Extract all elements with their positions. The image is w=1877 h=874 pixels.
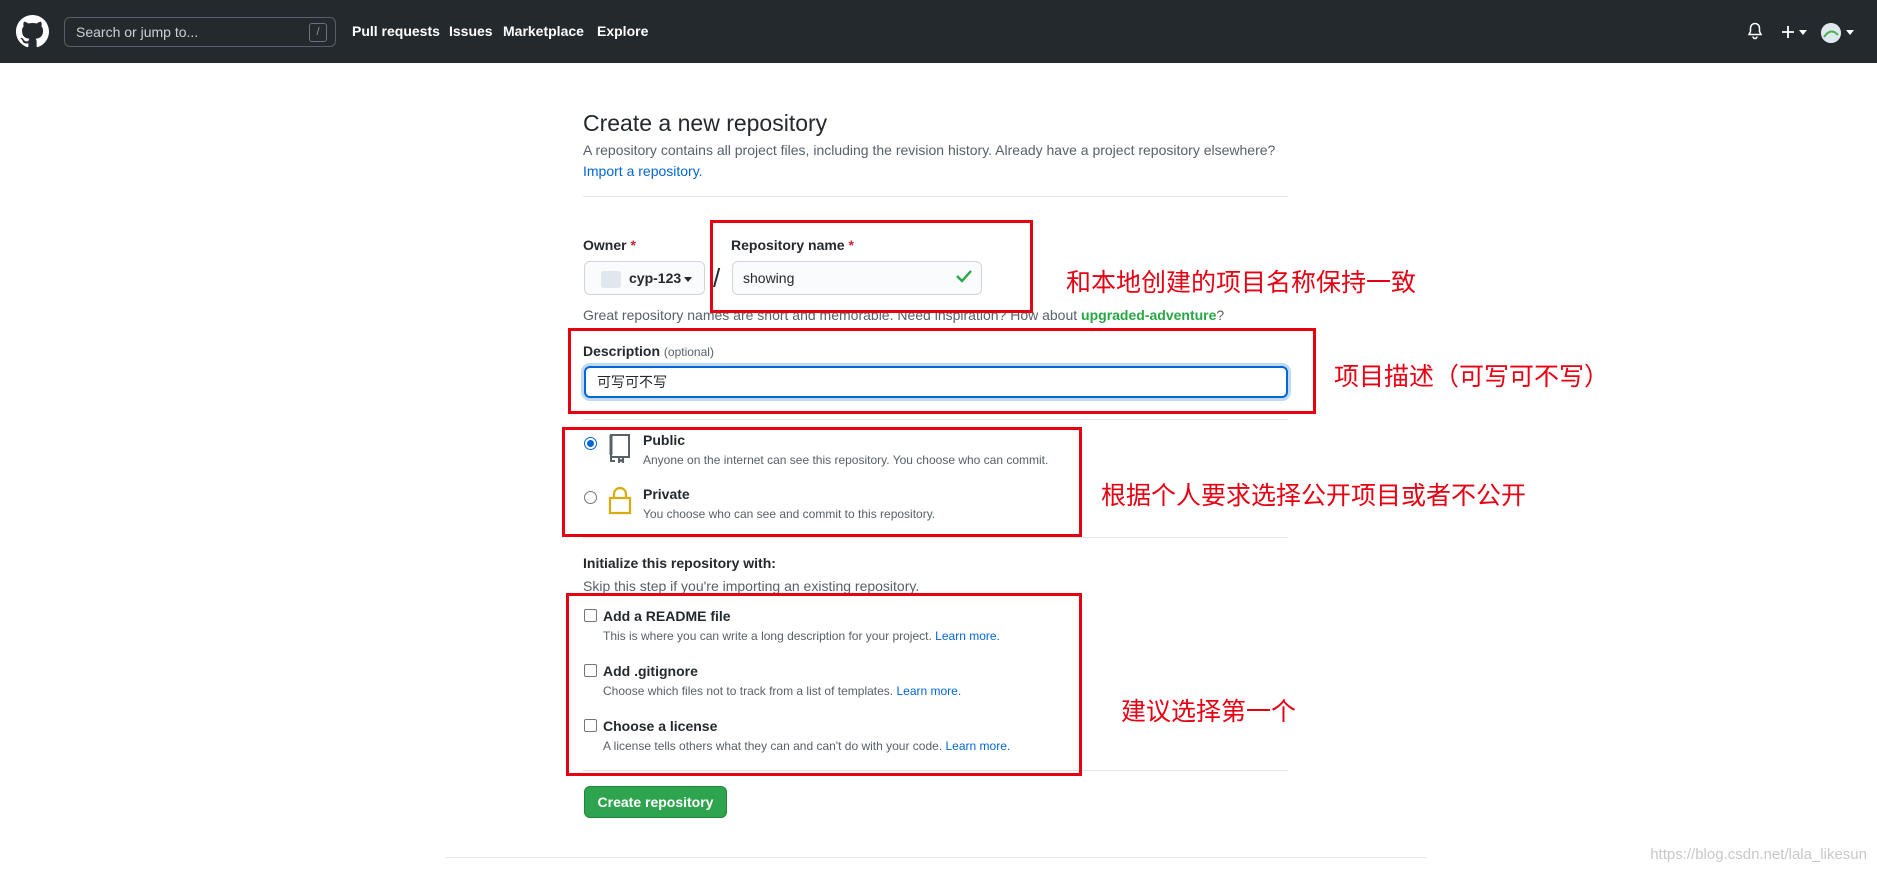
annotation-note-description: 项目描述（可写可不写）	[1334, 362, 1610, 391]
annotation-box-init	[566, 593, 1082, 776]
annotation-box-description	[568, 328, 1316, 414]
nav-issues[interactable]: Issues	[449, 23, 493, 39]
chevron-down-icon[interactable]	[1799, 30, 1807, 35]
init-subtitle: Skip this step if you're importing an ex…	[583, 578, 920, 594]
search-box[interactable]: Search or jump to... /	[64, 17, 336, 47]
divider	[583, 196, 1288, 197]
owner-name: cyp-123	[629, 270, 682, 286]
footer-divider	[446, 857, 1426, 858]
bell-icon[interactable]	[1747, 22, 1763, 40]
nav-explore[interactable]: Explore	[597, 23, 648, 39]
owner-avatar	[601, 271, 621, 288]
owner-label-text: Owner	[583, 237, 627, 253]
search-input[interactable]: Search or jump to...	[76, 24, 198, 40]
hint-suggestion[interactable]: upgraded-adventure	[1081, 307, 1216, 323]
search-shortcut-key: /	[309, 23, 327, 42]
init-title: Initialize this repository with:	[583, 555, 776, 571]
annotation-note-init: 建议选择第一个	[1121, 697, 1297, 726]
chevron-down-icon[interactable]	[1846, 30, 1854, 35]
divider	[583, 537, 1288, 538]
chevron-down-icon	[684, 277, 692, 282]
annotation-box-visibility	[562, 427, 1082, 537]
plus-icon[interactable]	[1780, 24, 1796, 40]
import-repository-link[interactable]: Import a repository.	[583, 163, 703, 179]
annotation-note-repo-name: 和本地创建的项目名称保持一致	[1066, 268, 1417, 297]
owner-label: Owner *	[583, 237, 636, 253]
hint-end: ?	[1216, 307, 1225, 323]
nav-pull-requests[interactable]: Pull requests	[352, 23, 440, 39]
create-repository-button[interactable]: Create repository	[584, 786, 727, 818]
annotation-box-repo-name	[710, 220, 1033, 313]
divider	[583, 419, 1288, 420]
user-avatar[interactable]	[1821, 23, 1841, 43]
top-header: Search or jump to... / Pull requests Iss…	[0, 0, 1877, 63]
github-logo-icon[interactable]	[16, 15, 49, 48]
page-title: Create a new repository	[583, 110, 828, 136]
page-subtitle: A repository contains all project files,…	[583, 142, 1276, 158]
owner-dropdown[interactable]: cyp-123	[584, 261, 705, 295]
watermark: https://blog.csdn.net/lala_likesun	[1650, 846, 1867, 863]
annotation-note-visibility: 根据个人要求选择公开项目或者不公开	[1101, 481, 1527, 510]
required-mark: *	[630, 237, 636, 253]
nav-marketplace[interactable]: Marketplace	[503, 23, 584, 39]
